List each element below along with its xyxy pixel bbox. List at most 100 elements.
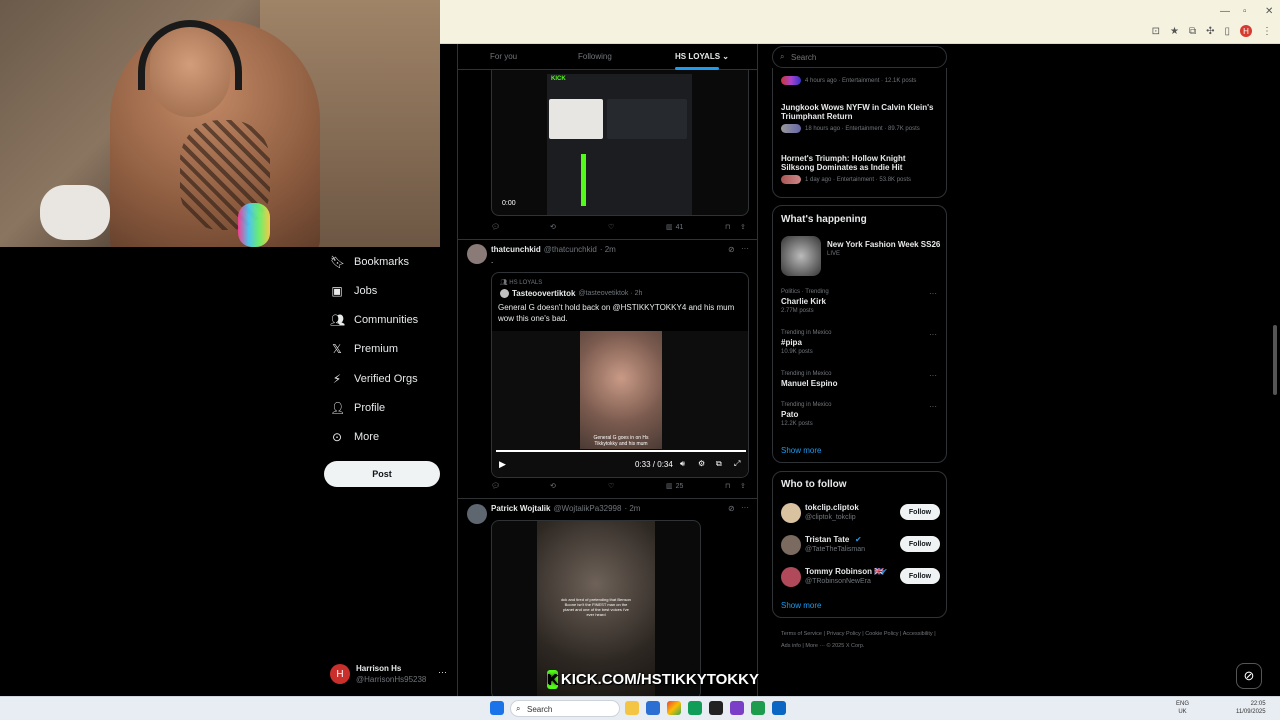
more-icon: ··· — [438, 667, 447, 677]
verified-icon: ✔ — [855, 535, 862, 544]
grok-icon: ⊘ — [1243, 668, 1255, 683]
language-indicator[interactable]: ENG UK — [1176, 700, 1189, 716]
tab-hs-loyals[interactable]: HS LOYALS ⌄ — [675, 52, 729, 61]
follow-suggestion[interactable]: Tristan Tate ✔ @TateTheTalisman Follow — [773, 532, 948, 560]
feed-tabs: For you Following HS LOYALS ⌄ — [458, 44, 757, 70]
chevron-down-icon: ⌄ — [722, 52, 729, 61]
grok-button[interactable]: ⊘ — [1236, 663, 1262, 689]
app-icon[interactable] — [646, 701, 660, 715]
grok-icon[interactable]: ⊘ — [728, 245, 735, 254]
app-icon[interactable] — [709, 701, 723, 715]
webcam-overlay — [0, 0, 440, 247]
minimize-icon[interactable]: — — [1220, 6, 1230, 17]
video-player[interactable]: General G goes in on Hs Tikkytokky and h… — [492, 331, 748, 477]
share-icon[interactable]: ⇪ — [740, 223, 746, 231]
follow-suggestion[interactable]: Tommy Robinson 🇬🇧 ✔ @TRobinsonNewEra Fol… — [773, 564, 948, 592]
views[interactable]: ▥ 41 — [666, 223, 683, 232]
trend-item[interactable]: Trending in Mexico Pato 12.2K posts ··· — [781, 402, 941, 427]
video-frame: General G goes in on Hs Tikkytokky and h… — [580, 331, 662, 449]
scrollbar[interactable] — [1273, 325, 1277, 395]
nav-verified-orgs[interactable]: ⚡︎ Verified Orgs — [330, 372, 418, 386]
like-icon[interactable]: ♡ — [608, 482, 614, 490]
news-item[interactable]: Jungkook Wows NYFW in Calvin Klein's Tri… — [781, 103, 941, 133]
star-icon[interactable]: ★ — [1170, 26, 1179, 37]
outlook-icon[interactable] — [772, 701, 786, 715]
browser-toolbar: — ▫ ✕ ⊡ ★ ⧉ ✣ ▯ H ⋮ — [440, 0, 1280, 44]
reply-icon[interactable]: 💬︎ — [491, 482, 500, 490]
chrome-icon[interactable] — [667, 701, 681, 715]
volume-icon[interactable]: 🔊︎ — [680, 459, 685, 469]
fullscreen-icon[interactable]: ⤢ — [734, 459, 740, 469]
progress-bar[interactable] — [496, 450, 746, 452]
show-more-link[interactable]: Show more — [781, 446, 821, 455]
sidebar-icon[interactable]: ▯ — [1224, 26, 1230, 37]
trend-item[interactable]: Trending in Mexico Manuel Espino ··· — [781, 371, 941, 388]
avatar — [781, 567, 801, 587]
news-item[interactable]: Hornet's Triumph: Hollow Knight Silksong… — [781, 154, 941, 184]
pip-icon[interactable]: ⧉ — [716, 459, 722, 469]
taskbar-search[interactable]: ⌕ Search — [510, 700, 620, 717]
footer-link[interactable]: More ··· — [805, 643, 825, 649]
account-switcher[interactable]: H Harrison Hs @HarrisonHs95238 ··· — [330, 662, 450, 686]
footer-link[interactable]: Accessibility — [903, 631, 933, 637]
nav-communities[interactable]: 👥︎ Communities — [330, 313, 418, 327]
more-icon[interactable]: ··· — [741, 503, 749, 512]
extension-icon[interactable]: ⧉ — [1189, 26, 1196, 37]
profile-avatar[interactable]: H — [1240, 25, 1252, 37]
bookmark-icon[interactable]: ⊓ — [725, 482, 730, 490]
footer-link[interactable]: Privacy Policy — [826, 631, 860, 637]
windows-start-icon[interactable] — [490, 701, 504, 715]
x-logo-icon: 𝕏 — [332, 342, 342, 356]
kick-logo-icon: K — [547, 669, 558, 689]
grok-icon[interactable]: ⊘ — [728, 504, 735, 513]
app-icon[interactable] — [730, 701, 744, 715]
app-icon[interactable] — [688, 701, 702, 715]
more-icon[interactable]: ··· — [741, 244, 749, 253]
event-item[interactable]: New York Fashion Week SS26 LIVE — [827, 240, 940, 257]
post-button[interactable]: Post — [324, 461, 440, 487]
follow-button[interactable]: Follow — [900, 504, 940, 520]
quoted-tweet[interactable]: 👥︎ HS LOYALS Tasteoovertiktok @tasteovet… — [491, 272, 749, 478]
tab-for-you[interactable]: For you — [490, 52, 517, 61]
bookmark-icon[interactable]: ⊓ — [725, 223, 730, 231]
play-icon[interactable]: ▶ — [499, 459, 506, 470]
footer-link[interactable]: Ads info — [781, 643, 801, 649]
more-icon[interactable]: ··· — [929, 330, 937, 339]
close-icon[interactable]: ✕ — [1265, 6, 1273, 17]
trend-item[interactable]: Politics · Trending Charlie Kirk 2.77M p… — [781, 289, 941, 314]
share-icon[interactable]: ⇪ — [740, 482, 746, 490]
tab-following[interactable]: Following — [578, 52, 612, 61]
settings-icon[interactable]: ⚙ — [698, 459, 705, 468]
nav-profile[interactable]: 👤︎ Profile — [330, 401, 385, 415]
footer-link[interactable]: Terms of Service — [781, 631, 822, 637]
video-player[interactable]: KICK 0:00 — [491, 70, 749, 216]
repost-icon[interactable]: ⟲ — [550, 482, 556, 490]
menu-icon[interactable]: ⋮ — [1262, 26, 1272, 37]
nav-bookmarks[interactable]: 🔖︎ Bookmarks — [330, 255, 409, 269]
repost-icon[interactable]: ⟲ — [550, 223, 556, 231]
excel-icon[interactable] — [751, 701, 765, 715]
reply-icon[interactable]: 💬︎ — [491, 223, 500, 231]
install-icon[interactable]: ⊡ — [1152, 26, 1160, 37]
nav-premium[interactable]: 𝕏 Premium — [330, 342, 398, 356]
more-icon[interactable]: ··· — [929, 289, 937, 298]
whats-happening: What's happening New York Fashion Week S… — [772, 205, 947, 463]
nav-more[interactable]: ⊙ More — [330, 430, 379, 444]
follow-button[interactable]: Follow — [900, 568, 940, 584]
kick-overlay: K KICK.COM/HSTIKKYTOKKY — [547, 669, 759, 689]
extensions-icon[interactable]: ✣ — [1206, 26, 1214, 37]
nav-jobs[interactable]: ▣ Jobs — [330, 284, 377, 298]
like-icon[interactable]: ♡ — [608, 223, 614, 231]
views[interactable]: ▥ 25 — [666, 482, 683, 491]
clock[interactable]: 22:05 11/09/2025 — [1236, 700, 1266, 716]
search-input[interactable] — [772, 46, 947, 68]
follow-button[interactable]: Follow — [900, 536, 940, 552]
show-more-link[interactable]: Show more — [781, 601, 821, 610]
footer-link[interactable]: Cookie Policy — [865, 631, 898, 637]
maximize-icon[interactable]: ▫ — [1243, 6, 1247, 17]
trend-item[interactable]: Trending in Mexico #pipa 10.9K posts ··· — [781, 330, 941, 355]
more-icon[interactable]: ··· — [929, 402, 937, 411]
file-explorer-icon[interactable] — [625, 701, 639, 715]
follow-suggestion[interactable]: tokclip.cliptok @cliptok_tokclip Follow — [773, 500, 948, 528]
more-icon[interactable]: ··· — [929, 371, 937, 380]
